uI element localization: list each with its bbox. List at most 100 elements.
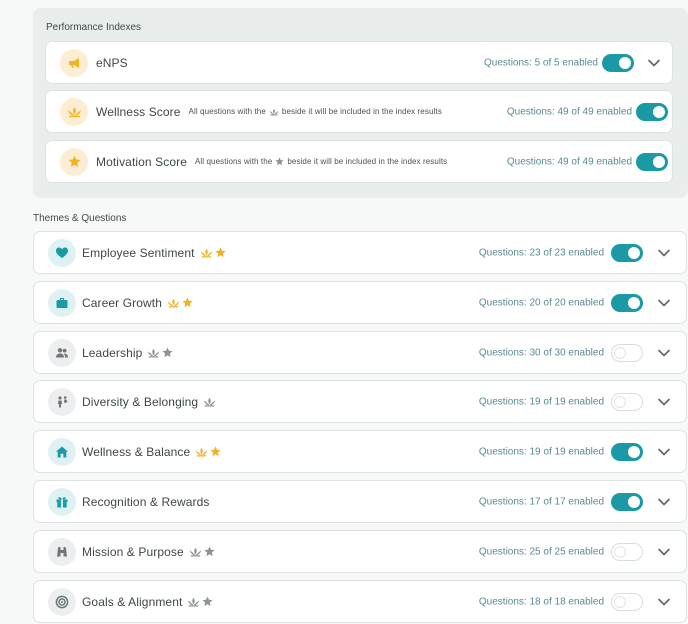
index-badges [185, 596, 213, 607]
toggle-knob [628, 495, 640, 508]
index-card-motivation-score[interactable]: Motivation Score All questions with the … [45, 140, 673, 183]
toggle-knob [628, 445, 640, 458]
chevron-down-icon[interactable] [658, 498, 670, 506]
wellness-score-toggle[interactable] [636, 102, 668, 121]
toggle-knob [653, 155, 665, 168]
theme-toggle[interactable] [611, 343, 643, 362]
theme-label: Career Growth [82, 296, 193, 310]
lotus-icon [195, 447, 208, 457]
theme-card[interactable]: Employee Sentiment Questions: 23 of 23 e… [33, 231, 687, 274]
theme-label: Goals & Alignment [82, 595, 213, 609]
theme-label: Recognition & Rewards [82, 495, 213, 509]
index-card-wellness-score[interactable]: Wellness Score All questions with the be… [45, 90, 673, 133]
questions-count: Questions: 19 of 19 enabled [478, 446, 604, 457]
theme-toggle[interactable] [611, 492, 643, 511]
theme-label: Diversity & Belonging [82, 395, 216, 409]
index-label-enps: eNPS [96, 56, 128, 70]
index-badges [187, 546, 215, 557]
star-icon [182, 297, 193, 308]
motivation-score-toggle[interactable] [636, 152, 668, 171]
questions-count: Questions: 30 of 30 enabled [478, 347, 604, 358]
theme-card[interactable]: Mission & Purpose Questions: 25 of 25 en… [33, 530, 687, 573]
lotus-icon [189, 547, 202, 557]
star-icon [202, 596, 213, 607]
performance-indexes-panel: Performance Indexes eNPS Questions: 5 of… [33, 8, 688, 198]
target-icon [48, 587, 76, 616]
toggle-knob [628, 296, 640, 309]
home-icon [48, 437, 76, 466]
theme-card[interactable]: Diversity & Belonging Questions: 19 of 1… [33, 380, 687, 423]
performance-indexes-title: Performance Indexes [46, 22, 142, 33]
questions-count: Questions: 25 of 25 enabled [478, 546, 604, 557]
chevron-down-icon[interactable] [658, 299, 670, 307]
star-icon [204, 546, 215, 557]
index-card-enps[interactable]: eNPS Questions: 5 of 5 enabled [45, 41, 673, 84]
questions-count: Questions: 5 of 5 enabled [484, 57, 598, 68]
chevron-down-icon[interactable] [658, 249, 670, 257]
chevron-down-icon[interactable] [658, 349, 670, 357]
toggle-knob [614, 545, 626, 558]
toggle-knob [614, 346, 626, 359]
theme-toggle[interactable] [611, 293, 643, 312]
questions-count: Questions: 49 of 49 enabled [506, 156, 632, 167]
theme-toggle[interactable] [611, 442, 643, 461]
chevron-down-icon[interactable] [658, 598, 670, 606]
questions-count: Questions: 49 of 49 enabled [506, 106, 632, 117]
theme-toggle[interactable] [611, 592, 643, 611]
chevron-down-icon[interactable] [658, 548, 670, 556]
heart-icon [48, 238, 76, 267]
theme-name: Diversity & Belonging [82, 394, 199, 409]
lotus-icon [167, 298, 180, 308]
theme-toggle[interactable] [611, 542, 643, 561]
toggle-knob [653, 105, 665, 118]
theme-card[interactable]: Wellness & Balance Questions: 19 of 19 e… [33, 430, 687, 473]
index-name: Wellness Score [96, 104, 181, 119]
gift-icon [48, 487, 76, 516]
index-label-motivation-score: Motivation Score All questions with the … [96, 155, 447, 169]
index-note: All questions with the beside it will be… [189, 107, 442, 116]
toggle-knob [628, 246, 640, 259]
theme-name: Employee Sentiment [82, 245, 195, 260]
questions-count: Questions: 20 of 20 enabled [478, 297, 604, 308]
note-post: beside it will be included in the index … [287, 157, 448, 166]
index-badges [165, 297, 193, 308]
theme-label: Leadership [82, 346, 173, 360]
lotus-icon [269, 108, 279, 116]
chevron-down-icon[interactable] [648, 59, 660, 67]
megaphone-icon [60, 48, 88, 77]
index-badges [201, 397, 216, 407]
lotus-icon [187, 597, 200, 607]
themes-questions-title: Themes & Questions [33, 213, 127, 224]
chevron-down-icon[interactable] [658, 398, 670, 406]
theme-toggle[interactable] [611, 392, 643, 411]
questions-count: Questions: 18 of 18 enabled [478, 596, 604, 607]
theme-card[interactable]: Goals & Alignment Questions: 18 of 18 en… [33, 580, 687, 623]
theme-card[interactable]: Leadership Questions: 30 of 30 enabled [33, 331, 687, 374]
toggle-knob [614, 595, 626, 608]
theme-card[interactable]: Recognition & Rewards Questions: 17 of 1… [33, 480, 687, 523]
index-name: Motivation Score [96, 154, 187, 169]
star-icon [210, 446, 221, 457]
theme-label: Wellness & Balance [82, 445, 221, 459]
theme-card[interactable]: Career Growth Questions: 20 of 20 enable… [33, 281, 687, 324]
questions-count: Questions: 23 of 23 enabled [478, 247, 604, 258]
index-badges [193, 446, 221, 457]
theme-name: Wellness & Balance [82, 444, 191, 459]
index-badges [198, 247, 226, 258]
enps-toggle[interactable] [602, 53, 634, 72]
note-pre: All questions with the [188, 107, 266, 116]
binoculars-icon [48, 537, 76, 566]
theme-label: Mission & Purpose [82, 545, 215, 559]
index-badges [145, 347, 173, 358]
star-icon [162, 347, 173, 358]
star-icon [275, 157, 284, 166]
briefcase-icon [48, 288, 76, 317]
chevron-down-icon[interactable] [658, 448, 670, 456]
theme-name: Mission & Purpose [82, 544, 184, 559]
note-post: beside it will be included in the index … [281, 107, 442, 116]
index-name: eNPS [96, 55, 128, 70]
lotus-icon [147, 348, 160, 358]
theme-toggle[interactable] [611, 243, 643, 262]
questions-count: Questions: 17 of 17 enabled [478, 496, 604, 507]
theme-name: Recognition & Rewards [82, 494, 210, 509]
